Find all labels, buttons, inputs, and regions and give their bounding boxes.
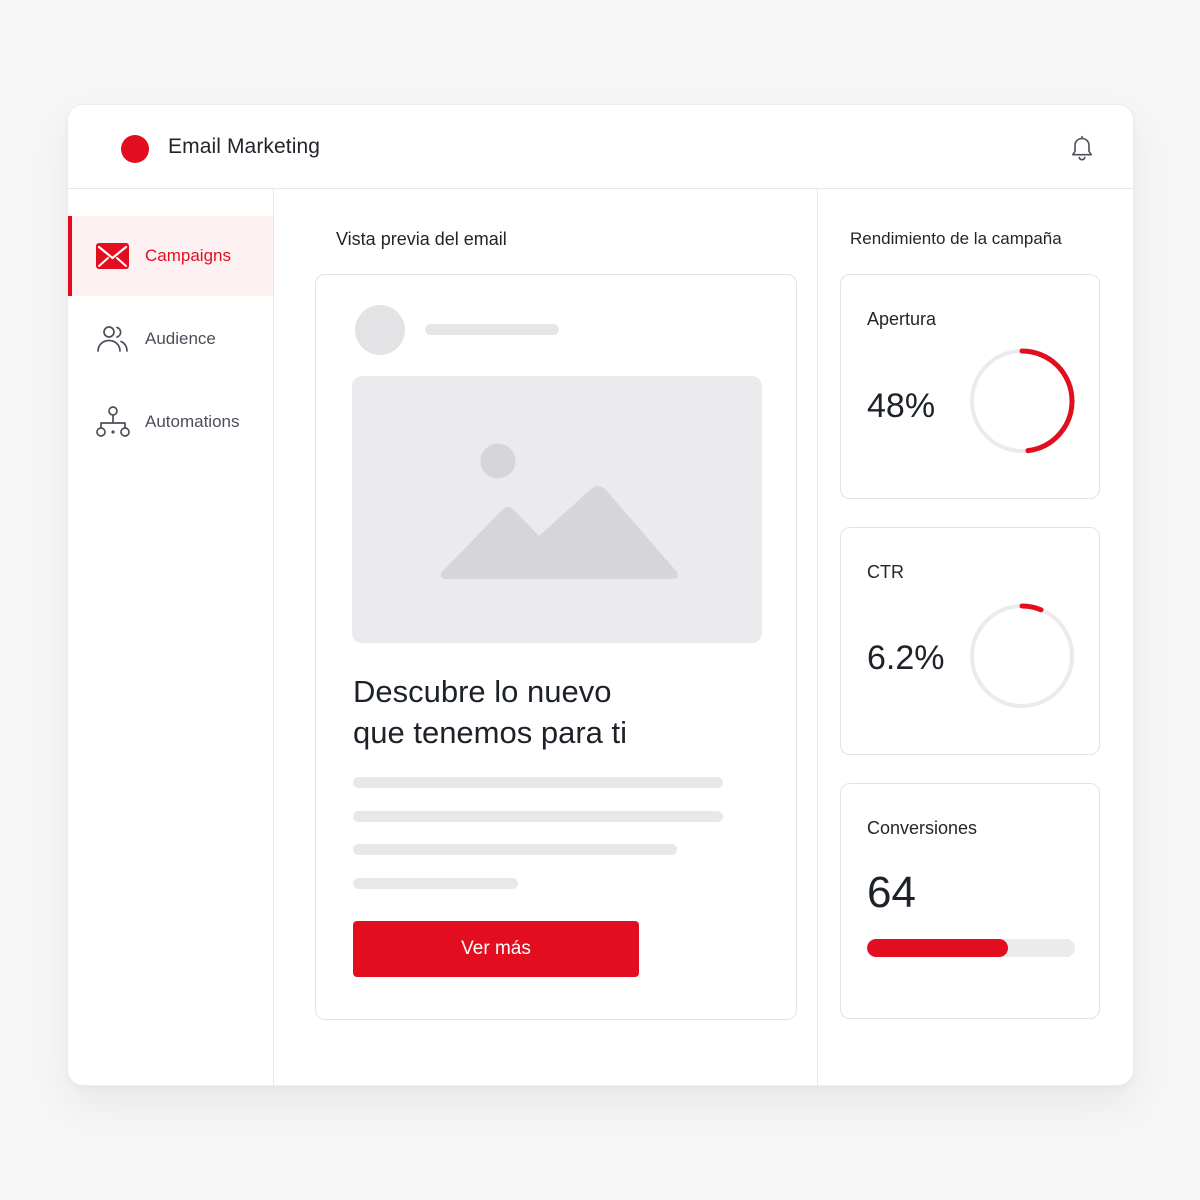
- mail-icon: [96, 243, 129, 269]
- email-headline: Descubre lo nuevo que tenemos para ti: [353, 671, 753, 753]
- body-text-placeholder: [353, 811, 723, 822]
- brand-logo: [121, 135, 149, 163]
- bell-icon[interactable]: [1069, 135, 1095, 163]
- ctr-value: 6.2%: [867, 639, 945, 677]
- top-bar: Email Marketing: [68, 105, 1133, 189]
- open-rate-value: 48%: [867, 387, 936, 425]
- body-text-placeholder: [353, 878, 518, 889]
- conversions-progress-fill: [867, 939, 1009, 957]
- app-title: Email Marketing: [168, 135, 321, 158]
- hero-image-placeholder: [352, 376, 762, 643]
- sidebar: Campaigns Audience Automations: [68, 189, 274, 1085]
- ctr-ring: [969, 603, 1075, 709]
- sidebar-item-label: Audience: [145, 329, 216, 348]
- performance-section-title: Rendimiento de la campaña: [850, 229, 1062, 248]
- headline-line-2: que tenemos para ti: [353, 715, 628, 750]
- workflow-icon: [96, 406, 130, 437]
- conversions-card: Conversiones 64: [840, 783, 1100, 1019]
- sender-name-placeholder: [425, 324, 559, 335]
- conversions-label: Conversiones: [867, 818, 978, 838]
- users-icon: [97, 326, 128, 352]
- open-rate-label: Apertura: [867, 309, 937, 329]
- campaign-performance-panel: Rendimiento de la campaña Apertura 48% C…: [818, 189, 1133, 1085]
- body-text-placeholder: [353, 844, 677, 855]
- email-preview-card: Descubre lo nuevo que tenemos para ti Ve…: [315, 274, 797, 1020]
- sidebar-item-label: Campaigns: [145, 246, 231, 265]
- app-window: Email Marketing Campaigns Audience Autom…: [67, 104, 1134, 1086]
- ctr-label: CTR: [867, 562, 904, 582]
- sidebar-item-automations[interactable]: Automations: [68, 382, 273, 462]
- conversions-value: 64: [867, 868, 916, 917]
- sidebar-item-audience[interactable]: Audience: [68, 299, 273, 379]
- cta-button[interactable]: Ver más: [353, 921, 639, 977]
- body-text-placeholder: [353, 777, 723, 788]
- conversions-progress-track: [867, 939, 1075, 957]
- image-icon: [440, 443, 678, 579]
- sidebar-item-label: Automations: [145, 412, 240, 431]
- email-preview-panel: Vista previa del email Descubre lo nuevo…: [274, 189, 818, 1085]
- preview-section-title: Vista previa del email: [336, 229, 507, 249]
- open-rate-ring: [969, 348, 1075, 454]
- open-rate-card: Apertura 48%: [840, 274, 1100, 499]
- sidebar-item-campaigns[interactable]: Campaigns: [68, 216, 273, 296]
- sender-avatar-placeholder: [355, 305, 405, 355]
- ctr-card: CTR 6.2%: [840, 527, 1100, 755]
- headline-line-1: Descubre lo nuevo: [353, 674, 612, 709]
